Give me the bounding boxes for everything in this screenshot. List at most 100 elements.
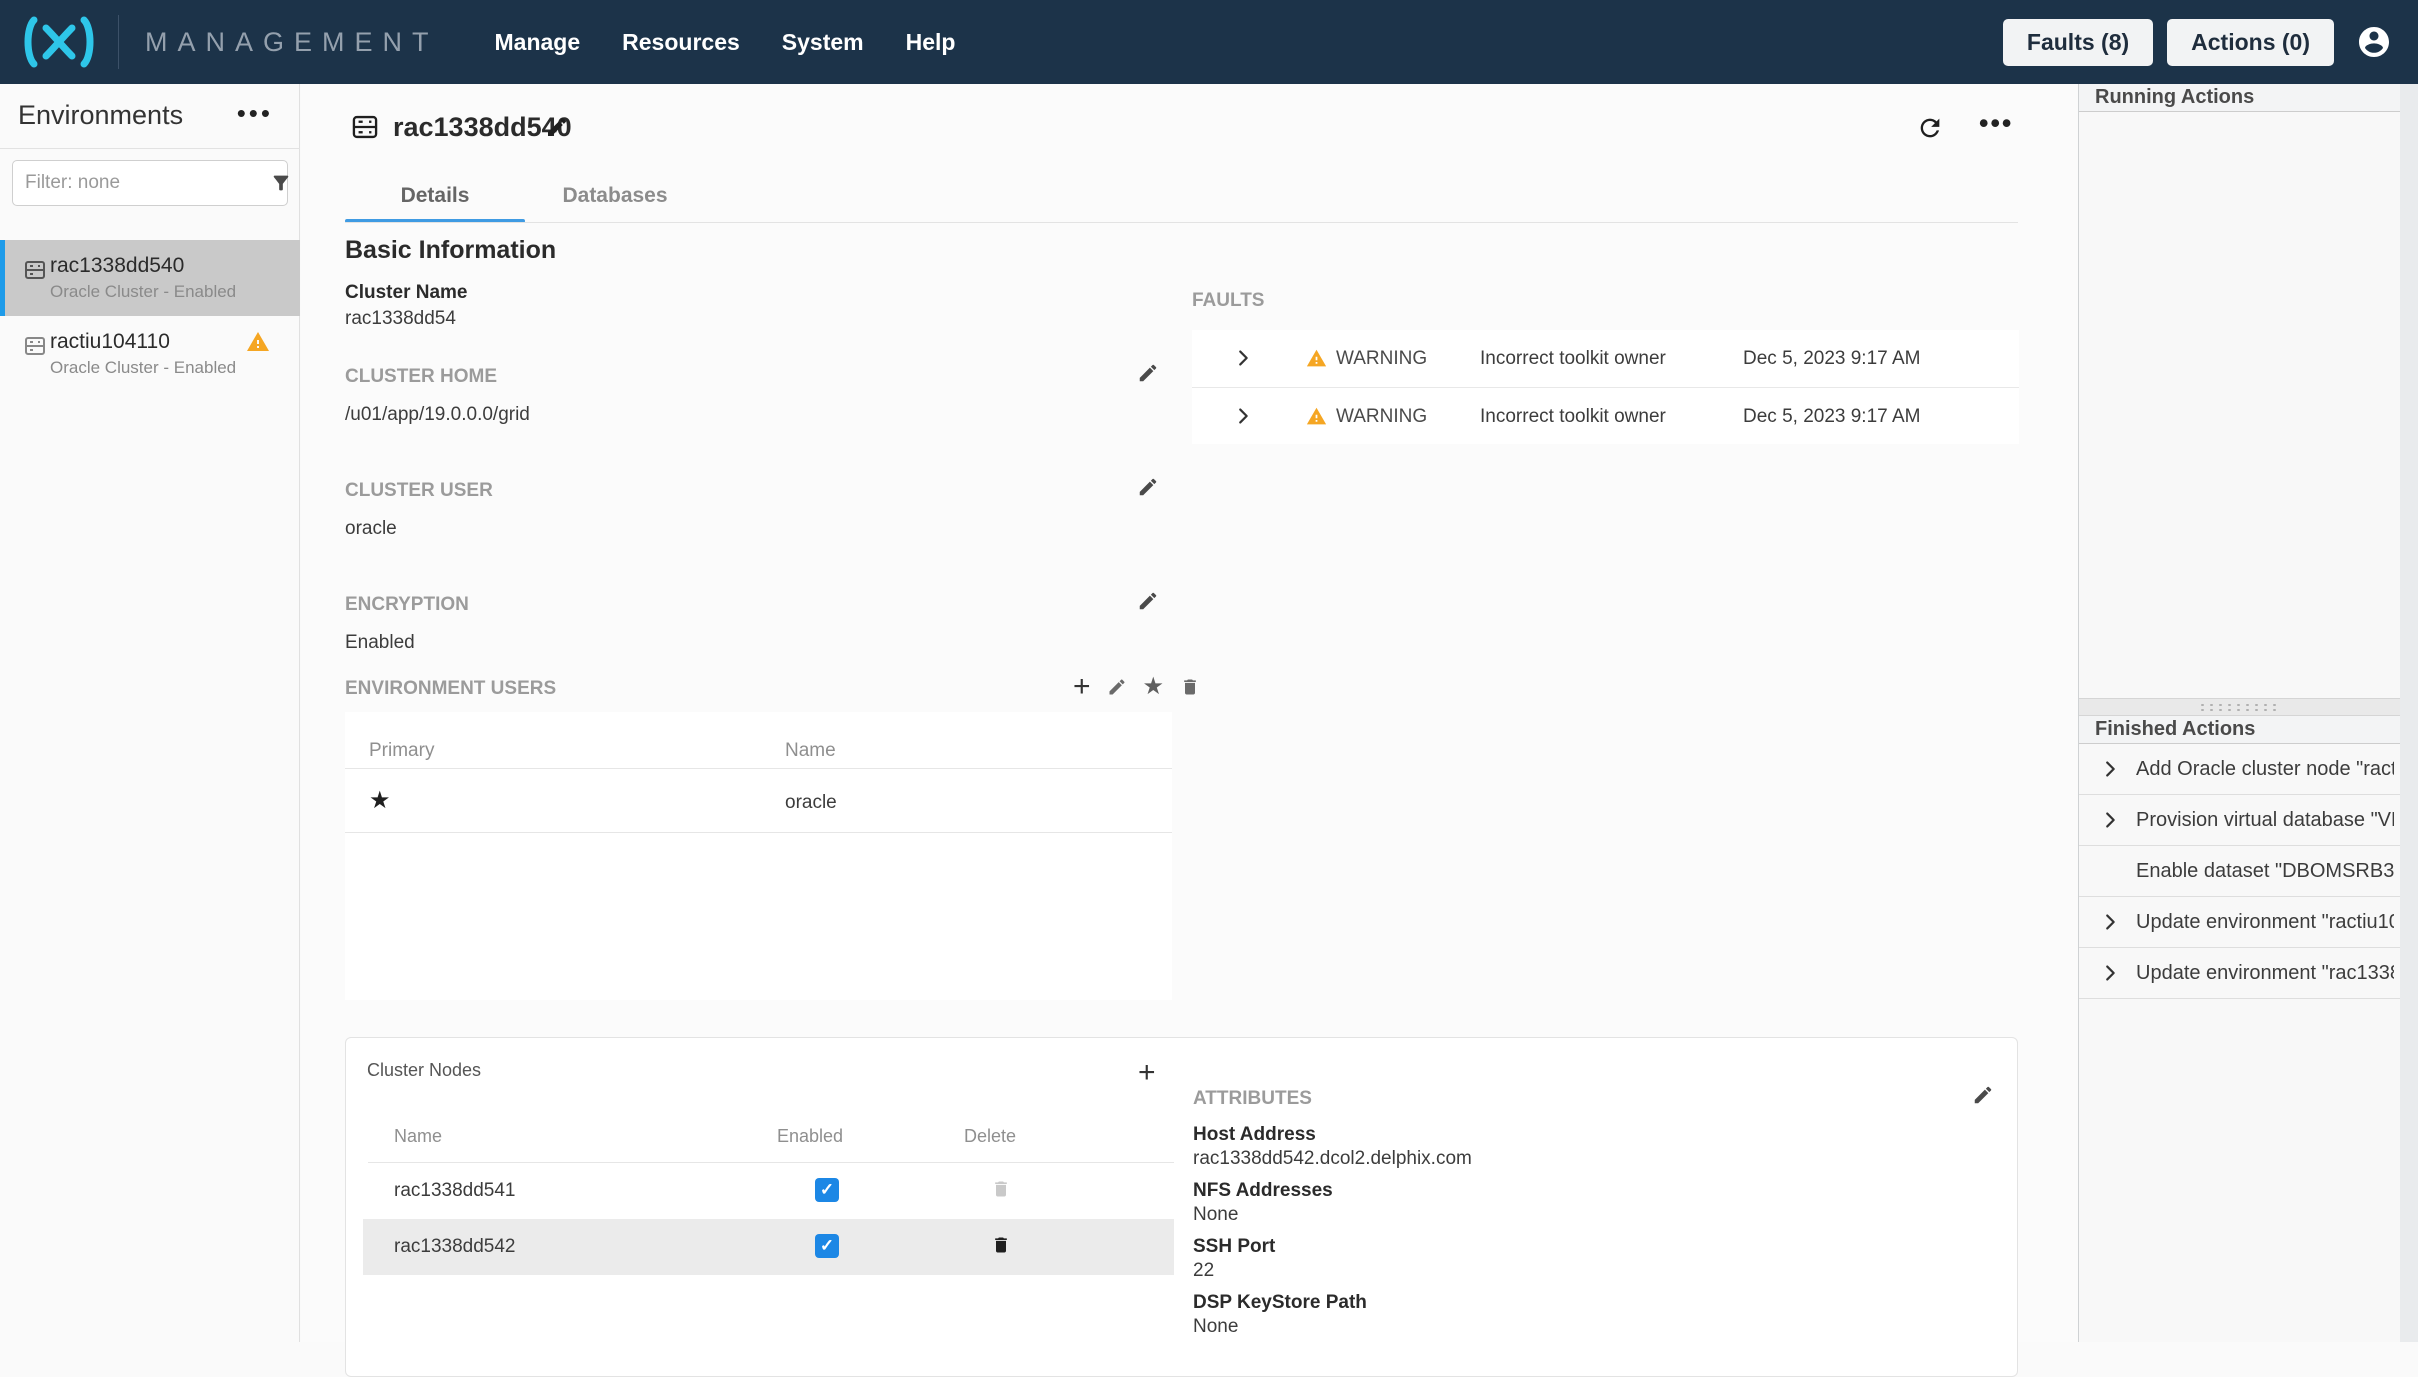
environment-icon <box>22 258 48 282</box>
faults-button[interactable]: Faults (8) <box>2003 19 2153 66</box>
primary-star-icon: ★ <box>369 786 391 815</box>
finished-action-item[interactable]: Update environment "ractiu104110". <box>2079 897 2400 948</box>
basic-information-heading: Basic Information <box>345 236 556 265</box>
fault-severity: WARNING <box>1336 348 1427 370</box>
edit-cluster-home-pencil-icon[interactable] <box>1137 362 1159 384</box>
nav-help[interactable]: Help <box>906 29 956 56</box>
environment-users-table: Primary Name ★ oracle <box>345 712 1172 1000</box>
cluster-node-row[interactable]: rac1338dd541 ✓ <box>363 1163 1174 1219</box>
env-item-rac1338dd540[interactable]: rac1338dd540 Oracle Cluster - Enabled <box>0 240 300 316</box>
encryption-label: ENCRYPTION <box>345 594 469 616</box>
host-address-value: rac1338dd542.dcol2.delphix.com <box>1193 1148 1472 1170</box>
edit-title-pencil-icon[interactable] <box>545 115 569 139</box>
finished-actions-header: Finished Actions <box>2079 716 2400 744</box>
finished-action-item[interactable]: Update environment "rac1338dd54... <box>2079 948 2400 999</box>
finished-action-label: Add Oracle cluster node "ractiu104... <box>2136 758 2394 781</box>
edit-attributes-pencil-icon[interactable] <box>1972 1084 1994 1106</box>
nav-resources[interactable]: Resources <box>622 29 740 56</box>
environment-list: rac1338dd540 Oracle Cluster - Enabled ra… <box>0 240 300 392</box>
brand-name: MANAGEMENT <box>145 27 439 58</box>
set-primary-star-icon[interactable]: ★ <box>1143 676 1165 698</box>
delete-user-trash-icon[interactable] <box>1180 677 1200 697</box>
actions-button[interactable]: Actions (0) <box>2167 19 2334 66</box>
fault-row[interactable]: WARNING Incorrect toolkit owner Dec 5, 2… <box>1192 387 2019 444</box>
finished-action-label: Provision virtual database "VDBO_... <box>2136 809 2394 832</box>
tabs-divider <box>345 222 2018 223</box>
environment-icon <box>22 334 48 358</box>
delete-node-trash-icon[interactable] <box>991 1179 1011 1199</box>
environment-title-icon <box>350 113 380 141</box>
finished-action-item[interactable]: Add Oracle cluster node "ractiu104... <box>2079 744 2400 795</box>
filter-box <box>12 160 288 206</box>
cluster-name-label: Cluster Name <box>345 282 468 304</box>
delete-node-trash-icon[interactable] <box>991 1235 1011 1255</box>
scrollbar-track[interactable] <box>2400 84 2418 1342</box>
faults-list: WARNING Incorrect toolkit owner Dec 5, 2… <box>1192 330 2019 444</box>
finished-actions-list: Add Oracle cluster node "ractiu104... Pr… <box>2079 744 2400 999</box>
cluster-home-label: CLUSTER HOME <box>345 366 497 388</box>
cluster-name-value: rac1338dd54 <box>345 308 456 330</box>
refresh-icon[interactable] <box>1916 114 1944 142</box>
environment-users-toolbar: + ★ <box>1073 676 1200 698</box>
edit-user-pencil-icon[interactable] <box>1107 677 1127 697</box>
finished-action-label: Update environment "rac1338dd54... <box>2136 962 2394 985</box>
environments-sidebar: Environments ••• rac1338dd540 Oracle Clu… <box>0 84 300 1342</box>
tab-databases[interactable]: Databases <box>525 184 705 208</box>
enabled-checkbox[interactable]: ✓ <box>815 1178 839 1202</box>
expand-chevron-icon[interactable] <box>2099 809 2121 831</box>
fault-title: Incorrect toolkit owner <box>1480 406 1666 428</box>
finished-action-item[interactable]: Enable dataset "DBOMSRB331B3". <box>2079 846 2400 897</box>
actions-panel: Running Actions Finished Actions Add Ora… <box>2078 84 2400 1342</box>
nav-manage[interactable]: Manage <box>495 29 581 56</box>
check-icon: ✓ <box>820 1180 834 1200</box>
page-root: MANAGEMENT Manage Resources System Help … <box>0 0 2418 1342</box>
nodes-col-delete: Delete <box>954 1126 1026 1147</box>
delphix-logo[interactable] <box>0 14 118 70</box>
env-item-subtitle: Oracle Cluster - Enabled <box>50 358 236 378</box>
delphix-logo-icon <box>22 14 96 70</box>
sidebar-title: Environments <box>18 100 183 131</box>
more-menu-icon[interactable]: ••• <box>1979 108 2013 139</box>
attributes-label: ATTRIBUTES <box>1193 1088 1312 1110</box>
sidebar-more-icon[interactable]: ••• <box>237 98 273 129</box>
expand-chevron-icon[interactable] <box>1232 347 1254 369</box>
users-col-primary: Primary <box>369 740 434 762</box>
ssh-port-label: SSH Port <box>1193 1236 1275 1258</box>
nodes-col-name: Name <box>394 1126 442 1147</box>
finished-actions-title: Finished Actions <box>2095 718 2255 741</box>
edit-encryption-pencil-icon[interactable] <box>1137 590 1159 612</box>
warning-icon <box>246 330 270 354</box>
cluster-nodes-label: Cluster Nodes <box>367 1060 481 1081</box>
expand-chevron-icon[interactable] <box>2099 758 2121 780</box>
finished-action-label: Update environment "ractiu104110". <box>2136 911 2394 934</box>
users-row-divider <box>345 832 1172 833</box>
encryption-value: Enabled <box>345 632 415 654</box>
expand-chevron-icon[interactable] <box>2099 962 2121 984</box>
environment-users-label: ENVIRONMENT USERS <box>345 678 556 700</box>
fault-row[interactable]: WARNING Incorrect toolkit owner Dec 5, 2… <box>1192 330 2019 387</box>
finished-action-item[interactable]: Provision virtual database "VDBO_... <box>2079 795 2400 846</box>
main-content: rac1338dd540 ••• Details Databases Basic… <box>301 84 2078 1342</box>
tab-details[interactable]: Details <box>345 184 525 208</box>
running-actions-list <box>2079 112 2400 698</box>
nav-system[interactable]: System <box>782 29 864 56</box>
check-icon: ✓ <box>820 1236 834 1256</box>
fault-severity: WARNING <box>1336 406 1427 428</box>
user-profile-icon[interactable] <box>2356 24 2392 60</box>
add-cluster-node-icon[interactable]: + <box>1138 1062 1156 1084</box>
panel-resize-handle[interactable] <box>2079 698 2400 716</box>
faults-label: FAULTS <box>1192 290 1264 312</box>
dsp-keystore-path-value: None <box>1193 1316 1238 1338</box>
expand-chevron-icon[interactable] <box>1232 405 1254 427</box>
cluster-node-row[interactable]: rac1338dd542 ✓ <box>363 1219 1174 1275</box>
env-item-ractiu104110[interactable]: ractiu104110 Oracle Cluster - Enabled <box>0 316 300 392</box>
filter-funnel-icon[interactable] <box>270 172 292 194</box>
enabled-checkbox[interactable]: ✓ <box>815 1234 839 1258</box>
nfs-addresses-label: NFS Addresses <box>1193 1180 1333 1202</box>
cluster-user-value: oracle <box>345 518 397 540</box>
expand-chevron-icon[interactable] <box>2099 911 2121 933</box>
add-user-icon[interactable]: + <box>1073 676 1091 698</box>
edit-cluster-user-pencil-icon[interactable] <box>1137 476 1159 498</box>
users-col-name: Name <box>785 740 836 762</box>
filter-input[interactable] <box>25 172 270 194</box>
